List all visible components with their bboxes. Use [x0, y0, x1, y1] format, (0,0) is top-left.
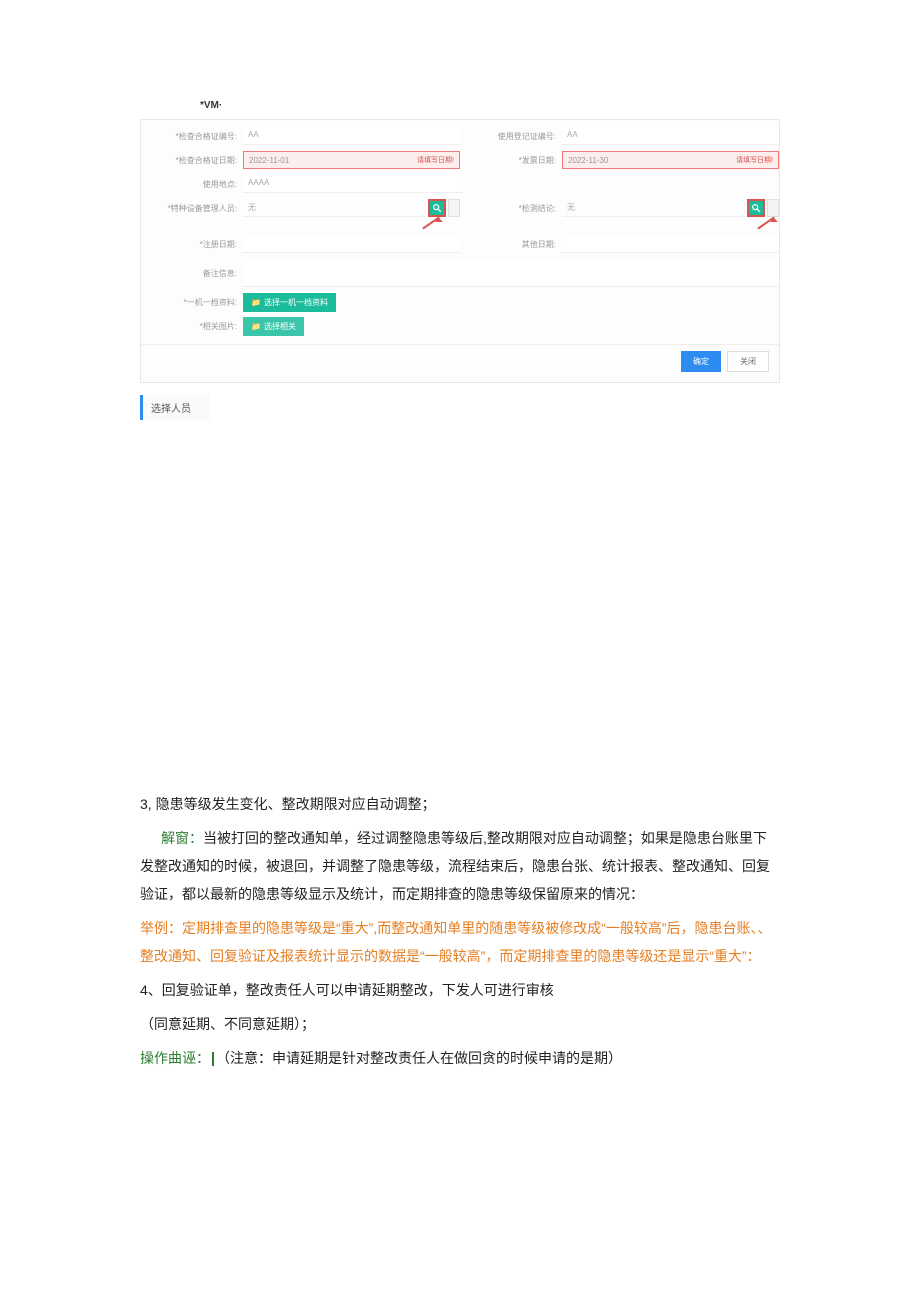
section-4-title: 4、回复验证单，整改责任人可以申请延期整改，下发人可进行审核 — [140, 976, 780, 1004]
row-dates: *检查合格证日期: 2022-11-01 请填写日期! *发票日期: 2022-… — [141, 148, 779, 172]
label-conclusion: *检测结论: — [460, 203, 562, 214]
label-cert-date: *检查合格证日期: — [141, 155, 243, 166]
input-conclusion[interactable]: 无 — [562, 199, 745, 217]
section-3-example: 举例：定期排查里的隐患等级是“重大”,而整改通知单里的随患等级被修改成“一般较高… — [140, 914, 780, 970]
cancel-button[interactable]: 关闭 — [727, 351, 769, 372]
label-other-date: 其他日期: — [460, 239, 562, 250]
form-panel: *检查合格证编号: AA 使用登记证编号: AA *检查合格证日期: 2022-… — [140, 119, 780, 383]
invoice-date-text: 2022-11-30 — [568, 156, 736, 165]
row-search: *特种设备管理人员: 无 *检测结论: 无 — [141, 196, 779, 220]
document-body: 3, 隐患等级发生变化、整改期限对应自动调整； 解窗：当被打回的整改通知单，经过… — [140, 790, 780, 1072]
section-3-explain: 解窗：当被打回的整改通知单，经过调整隐患等级后,整改期限对应自动调整；如果是隐患… — [140, 824, 780, 908]
upload-archive-label: 选择一机一档资料 — [264, 297, 328, 308]
tab-select-person[interactable]: 选择人员 — [140, 395, 210, 420]
row-cert-no: *检查合格证编号: AA 使用登记证编号: AA — [141, 124, 779, 148]
label-reg-no: 使用登记证编号: — [460, 131, 562, 142]
label-upload1: *一机一档资料: — [141, 297, 243, 308]
section-4-sub: （同意延期、不同意延期）； — [140, 1010, 780, 1038]
label-location: 使用地点: — [141, 179, 243, 190]
search-icon — [751, 203, 761, 213]
row-location: 使用地点: AAAA — [141, 172, 779, 196]
search-icon — [432, 203, 442, 213]
label-cert-no: *检查合格证编号: — [141, 131, 243, 142]
input-invoice-date[interactable]: 2022-11-30 请填写日期! — [562, 151, 779, 169]
label-reg-date: *注册日期: — [141, 239, 243, 250]
text-cursor-icon — [212, 1052, 214, 1066]
row-remark: 备注信息: — [141, 256, 779, 290]
upload-image-button[interactable]: 📁 选择相关 — [243, 317, 304, 336]
row-upload1: *一机一档资料: 📁 选择一机一档资料 — [141, 290, 779, 314]
clear-manager-button[interactable] — [448, 199, 460, 217]
form-footer: 确定 关闭 — [141, 344, 779, 378]
row-upload2: *相关图片: 📁 选择相关 — [141, 314, 779, 338]
header-label: *VM· — [200, 100, 780, 111]
upload-archive-button[interactable]: 📁 选择一机一档资料 — [243, 293, 336, 312]
input-reg-date[interactable] — [243, 235, 460, 253]
input-cert-date[interactable]: 2022-11-01 请填写日期! — [243, 151, 460, 169]
upload-image-label: 选择相关 — [264, 321, 296, 332]
label-upload2: *相关图片: — [141, 321, 243, 332]
input-manager[interactable]: 无 — [243, 199, 426, 217]
section-4-steps: 操作曲诬：（注意：申请延期是针对整改责任人在做回贪的时候申请的是期） — [140, 1044, 780, 1072]
folder-icon: 📁 — [251, 298, 261, 307]
cert-date-warn: 请填写日期! — [417, 155, 454, 165]
label-remark: 备注信息: — [141, 268, 243, 279]
section-3-title: 3, 隐患等级发生变化、整改期限对应自动调整； — [140, 790, 780, 818]
input-other-date[interactable] — [562, 235, 779, 253]
input-cert-no[interactable]: AA — [243, 127, 460, 145]
search-conclusion-button[interactable] — [747, 199, 765, 217]
input-remark[interactable] — [243, 259, 779, 287]
label-manager: *特种设备管理人员: — [141, 203, 243, 214]
cert-date-text: 2022-11-01 — [249, 156, 417, 165]
label-invoice-date: *发票日期: — [460, 155, 562, 166]
input-location[interactable]: AAAA — [243, 175, 463, 193]
input-reg-no[interactable]: AA — [562, 127, 779, 145]
confirm-button[interactable]: 确定 — [681, 351, 721, 372]
annotation-arrows — [141, 220, 779, 232]
folder-icon: 📁 — [251, 322, 261, 331]
row-reg-date: *注册日期: 其他日期: — [141, 232, 779, 256]
invoice-date-warn: 请填写日期! — [736, 155, 773, 165]
